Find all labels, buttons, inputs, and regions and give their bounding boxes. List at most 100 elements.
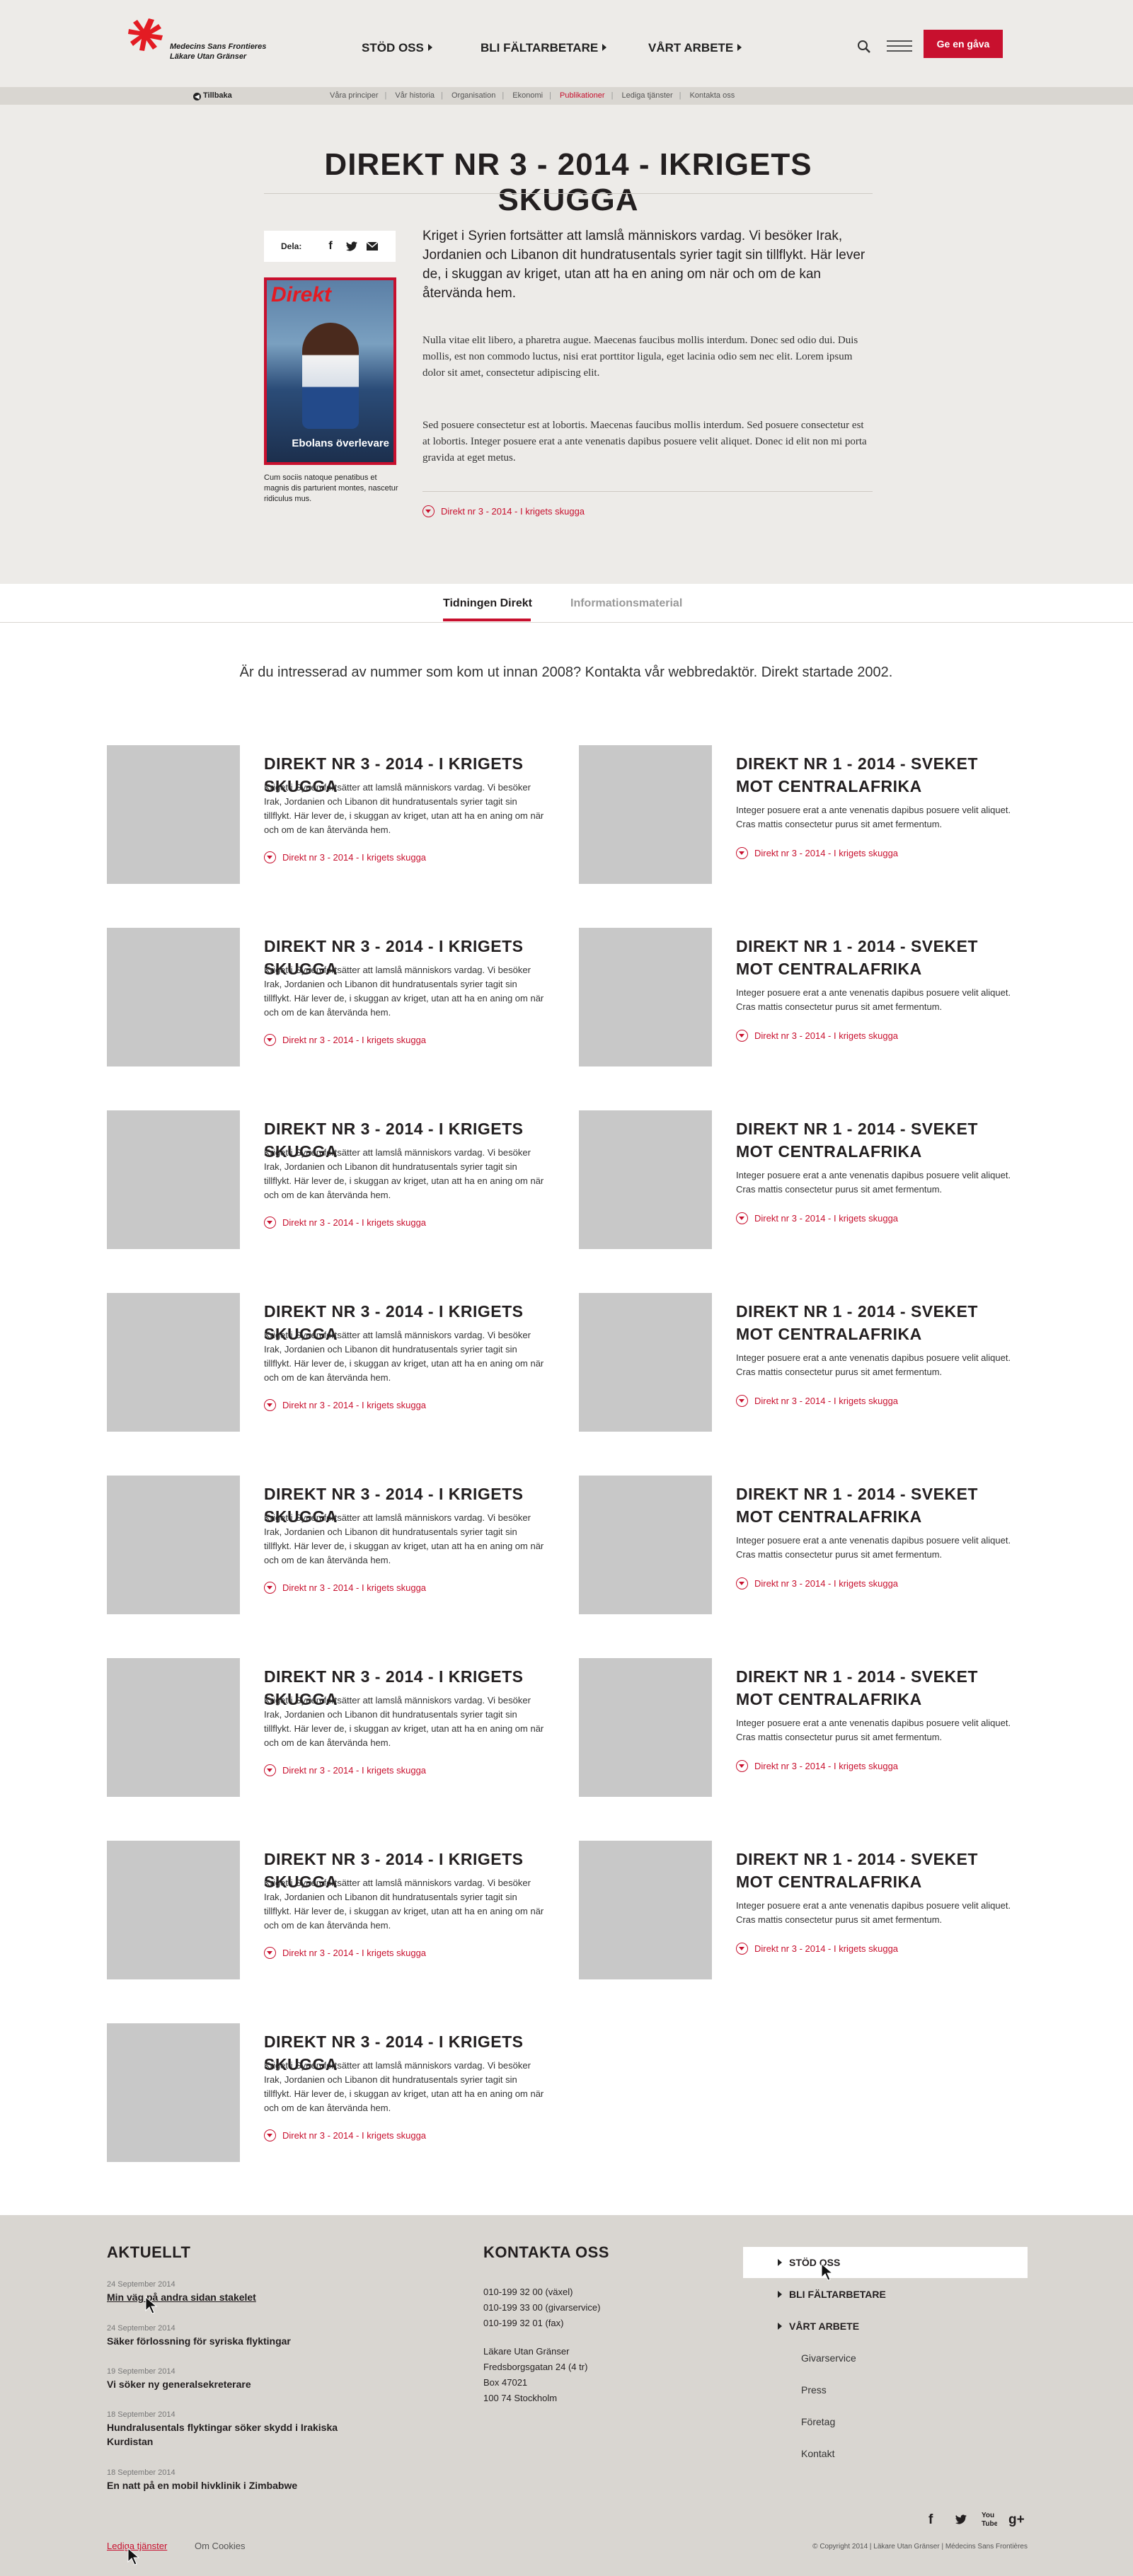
subnav-link-active[interactable]: Publikationer — [560, 91, 605, 100]
subnav-link[interactable]: Lediga tjänster — [622, 91, 673, 100]
googleplus-icon[interactable]: g+ — [1008, 2512, 1025, 2528]
footer-nav-bli-faltarbetare[interactable]: BLI FÄLTARBETARE — [778, 2289, 886, 2300]
download-link[interactable]: Direkt nr 3 - 2014 - I krigets skugga — [264, 1034, 426, 1046]
publication-card[interactable]: DIREKT NR 1 - 2014 - SVEKET MOT CENTRALA… — [579, 745, 1018, 884]
download-link[interactable]: Direkt nr 3 - 2014 - I krigets skugga — [422, 505, 585, 517]
news-link[interactable]: En natt på en mobil hivklinik i Zimbabwe — [107, 2478, 369, 2492]
publication-thumbnail[interactable] — [107, 1293, 240, 1432]
publication-card[interactable]: DIREKT NR 3 - 2014 - I KRIGETS SKUGGA Kri… — [107, 1658, 546, 1797]
caret-right-icon — [737, 44, 742, 51]
publication-thumbnail[interactable] — [579, 745, 712, 884]
subnav-links: Våra principer | Vår historia | Organisati… — [330, 91, 735, 100]
email-icon[interactable] — [365, 239, 379, 253]
footer-nav-label: BLI FÄLTARBETARE — [789, 2289, 886, 2300]
publication-thumbnail[interactable] — [107, 745, 240, 884]
publication-thumbnail[interactable] — [579, 928, 712, 1066]
nav-vart-arbete[interactable]: VÅRT ARBETE — [648, 41, 742, 55]
publication-card[interactable]: DIREKT NR 1 - 2014 - SVEKET MOT CENTRALA… — [579, 928, 1018, 1066]
publication-thumbnail[interactable] — [579, 1658, 712, 1797]
download-link[interactable]: Direkt nr 3 - 2014 - I krigets skugga — [264, 851, 426, 863]
download-link[interactable]: Direkt nr 3 - 2014 - I krigets skugga — [264, 1582, 426, 1594]
publication-summary: Kriget i Syrien fortsätter att lamslå mä… — [264, 1147, 544, 1200]
publication-title[interactable]: DIREKT NR 1 - 2014 - SVEKET MOT CENTRALA… — [736, 752, 1019, 798]
publication-thumbnail[interactable] — [107, 928, 240, 1066]
news-link[interactable]: Min väg på andra sidan stakelet — [107, 2290, 340, 2304]
download-link[interactable]: Direkt nr 3 - 2014 - I krigets skugga — [736, 1395, 898, 1407]
publication-card[interactable]: DIREKT NR 3 - 2014 - I KRIGETS SKUGGA Kri… — [107, 1476, 546, 1614]
back-link[interactable]: ◀ Tillbaka — [193, 91, 232, 100]
subnav-link[interactable]: Organisation — [452, 91, 495, 100]
publication-card[interactable]: DIREKT NR 1 - 2014 - SVEKET MOT CENTRALA… — [579, 1841, 1018, 1979]
download-link[interactable]: Direkt nr 3 - 2014 - I krigets skugga — [264, 1217, 426, 1229]
download-link[interactable]: Direkt nr 3 - 2014 - I krigets skugga — [264, 1399, 426, 1411]
download-link[interactable]: Direkt nr 3 - 2014 - I krigets skugga — [264, 1764, 426, 1776]
youtube-icon[interactable]: YouTube — [980, 2509, 997, 2528]
publication-card[interactable]: DIREKT NR 3 - 2014 - I KRIGETS SKUGGA Kri… — [107, 1293, 546, 1432]
publication-card[interactable]: DIREKT NR 3 - 2014 - I KRIGETS SKUGGA Kri… — [107, 2023, 546, 2162]
news-link[interactable]: Hundralusentals flyktingar söker skydd i… — [107, 2420, 369, 2449]
download-link[interactable]: Direkt nr 3 - 2014 - I krigets skugga — [264, 1947, 426, 1959]
publication-thumbnail[interactable] — [579, 1110, 712, 1249]
publication-title[interactable]: DIREKT NR 1 - 2014 - SVEKET MOT CENTRALA… — [736, 1300, 1019, 1345]
download-link[interactable]: Direkt nr 3 - 2014 - I krigets skugga — [736, 1760, 898, 1772]
magazine-cover-image[interactable]: Direkt Ebolans överlevare — [264, 277, 396, 465]
msf-logo[interactable]: Medecins Sans Frontieres Läkare Utan Grä… — [127, 16, 276, 67]
download-link[interactable]: Direkt nr 3 - 2014 - I krigets skugga — [736, 1030, 898, 1042]
link-label: Direkt nr 3 - 2014 - I krigets skugga — [282, 1217, 427, 1228]
publication-thumbnail[interactable] — [107, 1476, 240, 1614]
tab-informationsmaterial[interactable]: Informationsmaterial — [570, 597, 682, 610]
publication-title[interactable]: DIREKT NR 1 - 2014 - SVEKET MOT CENTRALA… — [736, 1483, 1019, 1528]
footer-link-foretag[interactable]: Företag — [801, 2416, 835, 2427]
news-date: 18 September 2014 — [107, 2468, 176, 2477]
publication-thumbnail[interactable] — [579, 1476, 712, 1614]
nav-stod-oss[interactable]: STÖD OSS — [362, 41, 432, 55]
body-paragraph: Sed posuere consectetur est at lobortis.… — [422, 420, 867, 464]
search-icon[interactable] — [856, 39, 872, 54]
publication-thumbnail[interactable] — [579, 1293, 712, 1432]
news-link[interactable]: Säker förlossning för syriska flyktingar — [107, 2334, 340, 2348]
download-link[interactable]: Direkt nr 3 - 2014 - I krigets skugga — [736, 1943, 898, 1955]
subnav-link[interactable]: Kontakta oss — [690, 91, 735, 100]
facebook-icon[interactable]: f — [928, 2512, 933, 2528]
publication-title[interactable]: DIREKT NR 1 - 2014 - SVEKET MOT CENTRALA… — [736, 1665, 1019, 1710]
publication-card[interactable]: DIREKT NR 1 - 2014 - SVEKET MOT CENTRALA… — [579, 1293, 1018, 1432]
download-link[interactable]: Direkt nr 3 - 2014 - I krigets skugga — [264, 2129, 426, 2141]
tab-bar: Tidningen Direkt Informationsmaterial — [0, 584, 1133, 623]
footer-link-kontakt[interactable]: Kontakt — [801, 2448, 834, 2459]
publication-card[interactable]: DIREKT NR 1 - 2014 - SVEKET MOT CENTRALA… — [579, 1658, 1018, 1797]
facebook-icon[interactable]: f — [323, 239, 338, 253]
publication-card[interactable]: DIREKT NR 1 - 2014 - SVEKET MOT CENTRALA… — [579, 1476, 1018, 1614]
publication-thumbnail[interactable] — [107, 1841, 240, 1979]
footer-link-press[interactable]: Press — [801, 2384, 827, 2396]
download-link[interactable]: Direkt nr 3 - 2014 - I krigets skugga — [736, 1212, 898, 1224]
donate-button[interactable]: Ge en gåva — [924, 30, 1003, 58]
publication-card[interactable]: DIREKT NR 3 - 2014 - I KRIGETS SKUGGA Kri… — [107, 745, 546, 884]
publication-card[interactable]: DIREKT NR 3 - 2014 - I KRIGETS SKUGGA Kri… — [107, 928, 546, 1066]
download-link[interactable]: Direkt nr 3 - 2014 - I krigets skugga — [736, 1577, 898, 1589]
publication-card[interactable]: DIREKT NR 3 - 2014 - I KRIGETS SKUGGA Kri… — [107, 1110, 546, 1249]
publication-thumbnail[interactable] — [107, 1110, 240, 1249]
footer-link-givarservice[interactable]: Givarservice — [801, 2352, 856, 2364]
publication-title[interactable]: DIREKT NR 1 - 2014 - SVEKET MOT CENTRALA… — [736, 1848, 1019, 1893]
publication-card[interactable]: DIREKT NR 3 - 2014 - I KRIGETS SKUGGA Kri… — [107, 1841, 546, 1979]
twitter-icon[interactable] — [953, 2512, 969, 2526]
publication-card[interactable]: DIREKT NR 1 - 2014 - SVEKET MOT CENTRALA… — [579, 1110, 1018, 1249]
subnav-link[interactable]: Ekonomi — [512, 91, 543, 100]
tab-tidningen-direkt[interactable]: Tidningen Direkt — [443, 597, 532, 610]
news-link[interactable]: Vi söker ny generalsekreterare — [107, 2377, 340, 2391]
publication-thumbnail[interactable] — [107, 1658, 240, 1797]
publication-title[interactable]: DIREKT NR 1 - 2014 - SVEKET MOT CENTRALA… — [736, 1117, 1019, 1163]
hamburger-icon[interactable] — [887, 37, 912, 55]
publication-thumbnail[interactable] — [107, 2023, 240, 2162]
twitter-icon[interactable] — [345, 239, 359, 253]
publication-thumbnail[interactable] — [579, 1841, 712, 1979]
download-link[interactable]: Direkt nr 3 - 2014 - I krigets skugga — [736, 847, 898, 859]
footer-nav-active-bg — [743, 2247, 1028, 2278]
publication-title[interactable]: DIREKT NR 1 - 2014 - SVEKET MOT CENTRALA… — [736, 935, 1019, 980]
nav-bli-faltarbetare[interactable]: BLI FÄLTARBETARE — [481, 41, 607, 55]
footer-link-om-cookies[interactable]: Om Cookies — [195, 2541, 246, 2551]
download-circle-icon — [264, 1764, 276, 1776]
subnav-link[interactable]: Våra principer — [330, 91, 378, 100]
footer-nav-vart-arbete[interactable]: VÅRT ARBETE — [778, 2321, 859, 2332]
subnav-link[interactable]: Vår historia — [395, 91, 435, 100]
